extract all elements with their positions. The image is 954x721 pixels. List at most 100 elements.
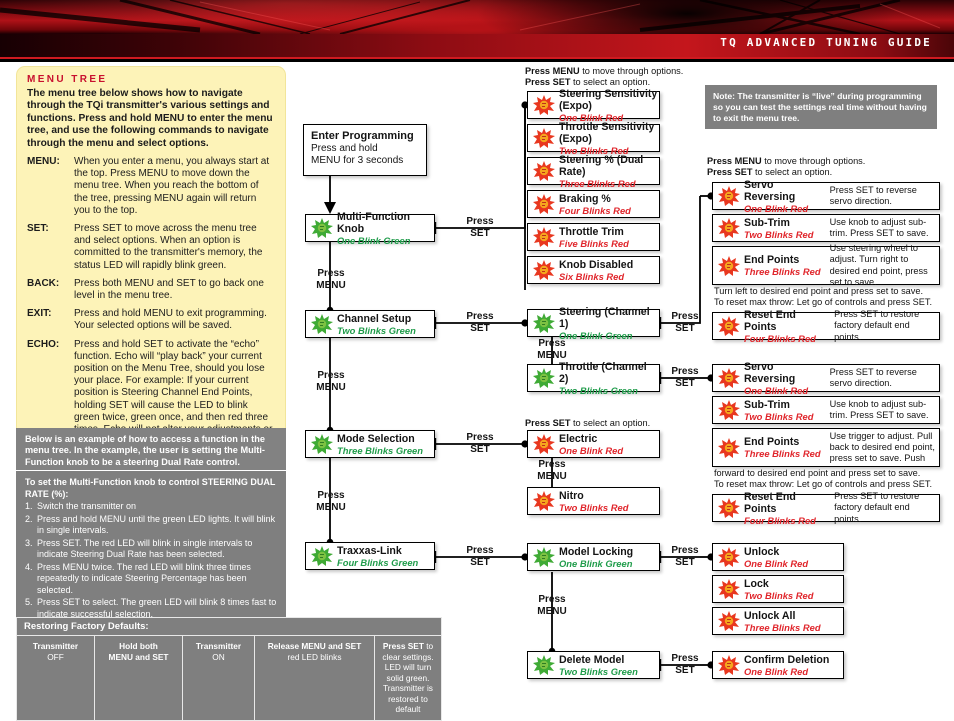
node-label: Reset End Points [744,491,830,515]
node-blink-code: One Blink Red [744,558,808,569]
node-label: End Points [744,436,824,448]
node-lock[interactable]: Lock Two Blinks Red [712,575,844,603]
node-knob-disabled[interactable]: Knob Disabled Six Blinks Red [527,256,660,284]
steering-end-points-overflow: Turn left to desired end point and press… [714,286,944,309]
node-description: Use knob to adjust sub-trim. Press SET t… [830,217,939,239]
node-mode-selection[interactable]: Mode Selection Three Blinks Green [305,430,435,458]
press-label-line1: Press [538,459,565,470]
node-throttle-trim[interactable]: Throttle Trim Five Blinks Red [527,223,660,251]
node-label: Reset End Points [744,309,830,333]
node-blink-code: One Blink Green [337,235,434,246]
node-label: Channel Setup [337,313,416,325]
node-blink-code: Two Blinks Red [744,229,824,240]
node-steering-channel-1[interactable]: Steering (Channel 1) One Blink Green [527,309,660,337]
node-channel-setup[interactable]: Channel Setup Two Blinks Green [305,310,435,338]
press-label-line2: MENU [537,606,566,617]
node-description: Use knob to adjust sub-trim. Press SET t… [830,399,939,421]
node-label: Electric [559,433,623,445]
node-blink-code: One Blink Red [559,445,623,456]
hint-bold: Press MENU [525,66,580,76]
hint-channel-options: Press MENU to move through options. Pres… [707,156,907,178]
red-led-burst-icon [532,160,556,182]
red-led-burst-icon [717,497,741,519]
node-unlock-all[interactable]: Unlock All Three Blinks Red [712,607,844,635]
node-blink-code: Two Blinks Green [337,325,416,336]
press-set-label: Press SET [456,545,504,568]
node-delete-model[interactable]: Delete Model Two Blinks Green [527,651,660,679]
press-label-line1: Press [671,653,698,664]
node-steering-percent-dual-rate[interactable]: Steering % (Dual Rate) Three Blinks Red [527,157,660,185]
node-description: Press SET to reverse servo direction. [830,185,939,207]
node-label: Lock [744,578,813,590]
node-label: Steering (Channel 1) [559,306,659,330]
press-menu-label: Press MENU [303,370,359,393]
node-steering-servo-reversing[interactable]: Servo Reversing One Blink Red Press SET … [712,182,940,210]
red-led-burst-icon [717,437,741,459]
node-blink-code: Three Blinks Red [744,266,824,277]
press-label-line1: Press [671,366,698,377]
press-set-label: Press SET [456,311,504,334]
node-title: Enter Programming [311,130,419,143]
node-throttle-channel-2[interactable]: Throttle (Channel 2) Two Blinks Green [527,364,660,392]
node-electric[interactable]: Electric One Blink Red [527,430,660,458]
node-confirm-deletion[interactable]: Confirm Deletion One Blink Red [712,651,844,679]
node-label: Throttle Trim [559,226,629,238]
node-label: Model Locking [559,546,633,558]
node-line-1: Press and hold [311,143,419,155]
node-steering-end-points[interactable]: End Points Three Blinks Red Use steering… [712,246,940,285]
green-led-burst-icon [532,312,556,334]
node-label: Mode Selection [337,433,423,445]
node-steering-sensitivity-expo[interactable]: Steering Sensitivity (Expo) One Blink Re… [527,91,660,119]
node-multi-function-knob[interactable]: Multi-Function Knob One Blink Green [305,214,435,242]
node-enter-programming[interactable]: Enter Programming Press and hold MENU fo… [303,124,427,176]
press-label-line1: Press [466,432,493,443]
node-blink-code: Four Blinks Green [337,557,418,568]
press-set-label: Press SET [665,653,705,676]
node-label: Steering % (Dual Rate) [559,154,659,178]
node-blink-code: Two Blinks Red [744,411,824,422]
hint-bold: Press MENU [707,156,762,166]
node-steering-reset-end-points[interactable]: Reset End Points Four Blinks Red Press S… [712,312,940,340]
node-blink-code: Two Blinks Red [559,502,628,513]
press-label-line1: Press [317,370,344,381]
hint-text: to select an option. [570,77,650,87]
hint-bold: Press SET [707,167,752,177]
node-traxxas-link[interactable]: Traxxas-Link Four Blinks Green [305,542,435,570]
node-blink-code: Five Blinks Red [559,238,629,249]
node-throttle-end-points[interactable]: End Points Three Blinks Red Use trigger … [712,428,940,467]
press-set-label: Press SET [665,311,705,334]
press-set-label: Press SET [665,545,705,568]
press-label-line1: Press [466,216,493,227]
node-throttle-reset-end-points[interactable]: Reset End Points Four Blinks Red Press S… [712,494,940,522]
node-blink-code: Three Blinks Green [337,445,423,456]
node-braking-percent[interactable]: Braking % Four Blinks Red [527,190,660,218]
press-label-line2: SET [470,228,489,239]
red-led-burst-icon [532,127,556,149]
red-led-burst-icon [532,226,556,248]
press-set-label: Press SET [665,366,705,389]
press-set-label: Press SET [456,216,504,239]
press-menu-label: Press MENU [524,459,580,482]
node-throttle-sub-trim[interactable]: Sub-Trim Two Blinks Red Use knob to adju… [712,396,940,424]
press-label-line2: SET [675,323,694,334]
node-unlock[interactable]: Unlock One Blink Red [712,543,844,571]
node-label: Delete Model [559,654,638,666]
node-label: Multi-Function Knob [337,211,434,235]
press-label-line2: MENU [537,471,566,482]
node-label: Servo Reversing [744,361,824,385]
red-led-burst-icon [717,399,741,421]
node-label: Confirm Deletion [744,654,829,666]
node-throttle-servo-reversing[interactable]: Servo Reversing One Blink Red Press SET … [712,364,940,392]
node-blink-code: One Blink Red [744,203,824,214]
press-menu-label: Press MENU [524,594,580,617]
node-description: Press SET to restore factory default end… [834,309,939,343]
node-throttle-sensitivity-expo[interactable]: Throttle Sensitivity (Expo) Two Blinks R… [527,124,660,152]
press-menu-label: Press MENU [303,268,359,291]
node-nitro[interactable]: Nitro Two Blinks Red [527,487,660,515]
green-led-burst-icon [310,217,334,239]
node-model-locking[interactable]: Model Locking One Blink Green [527,543,660,571]
press-label-line1: Press [538,338,565,349]
node-blink-code: Four Blinks Red [744,515,830,526]
node-steering-sub-trim[interactable]: Sub-Trim Two Blinks Red Use knob to adju… [712,214,940,242]
press-label-line2: SET [470,323,489,334]
